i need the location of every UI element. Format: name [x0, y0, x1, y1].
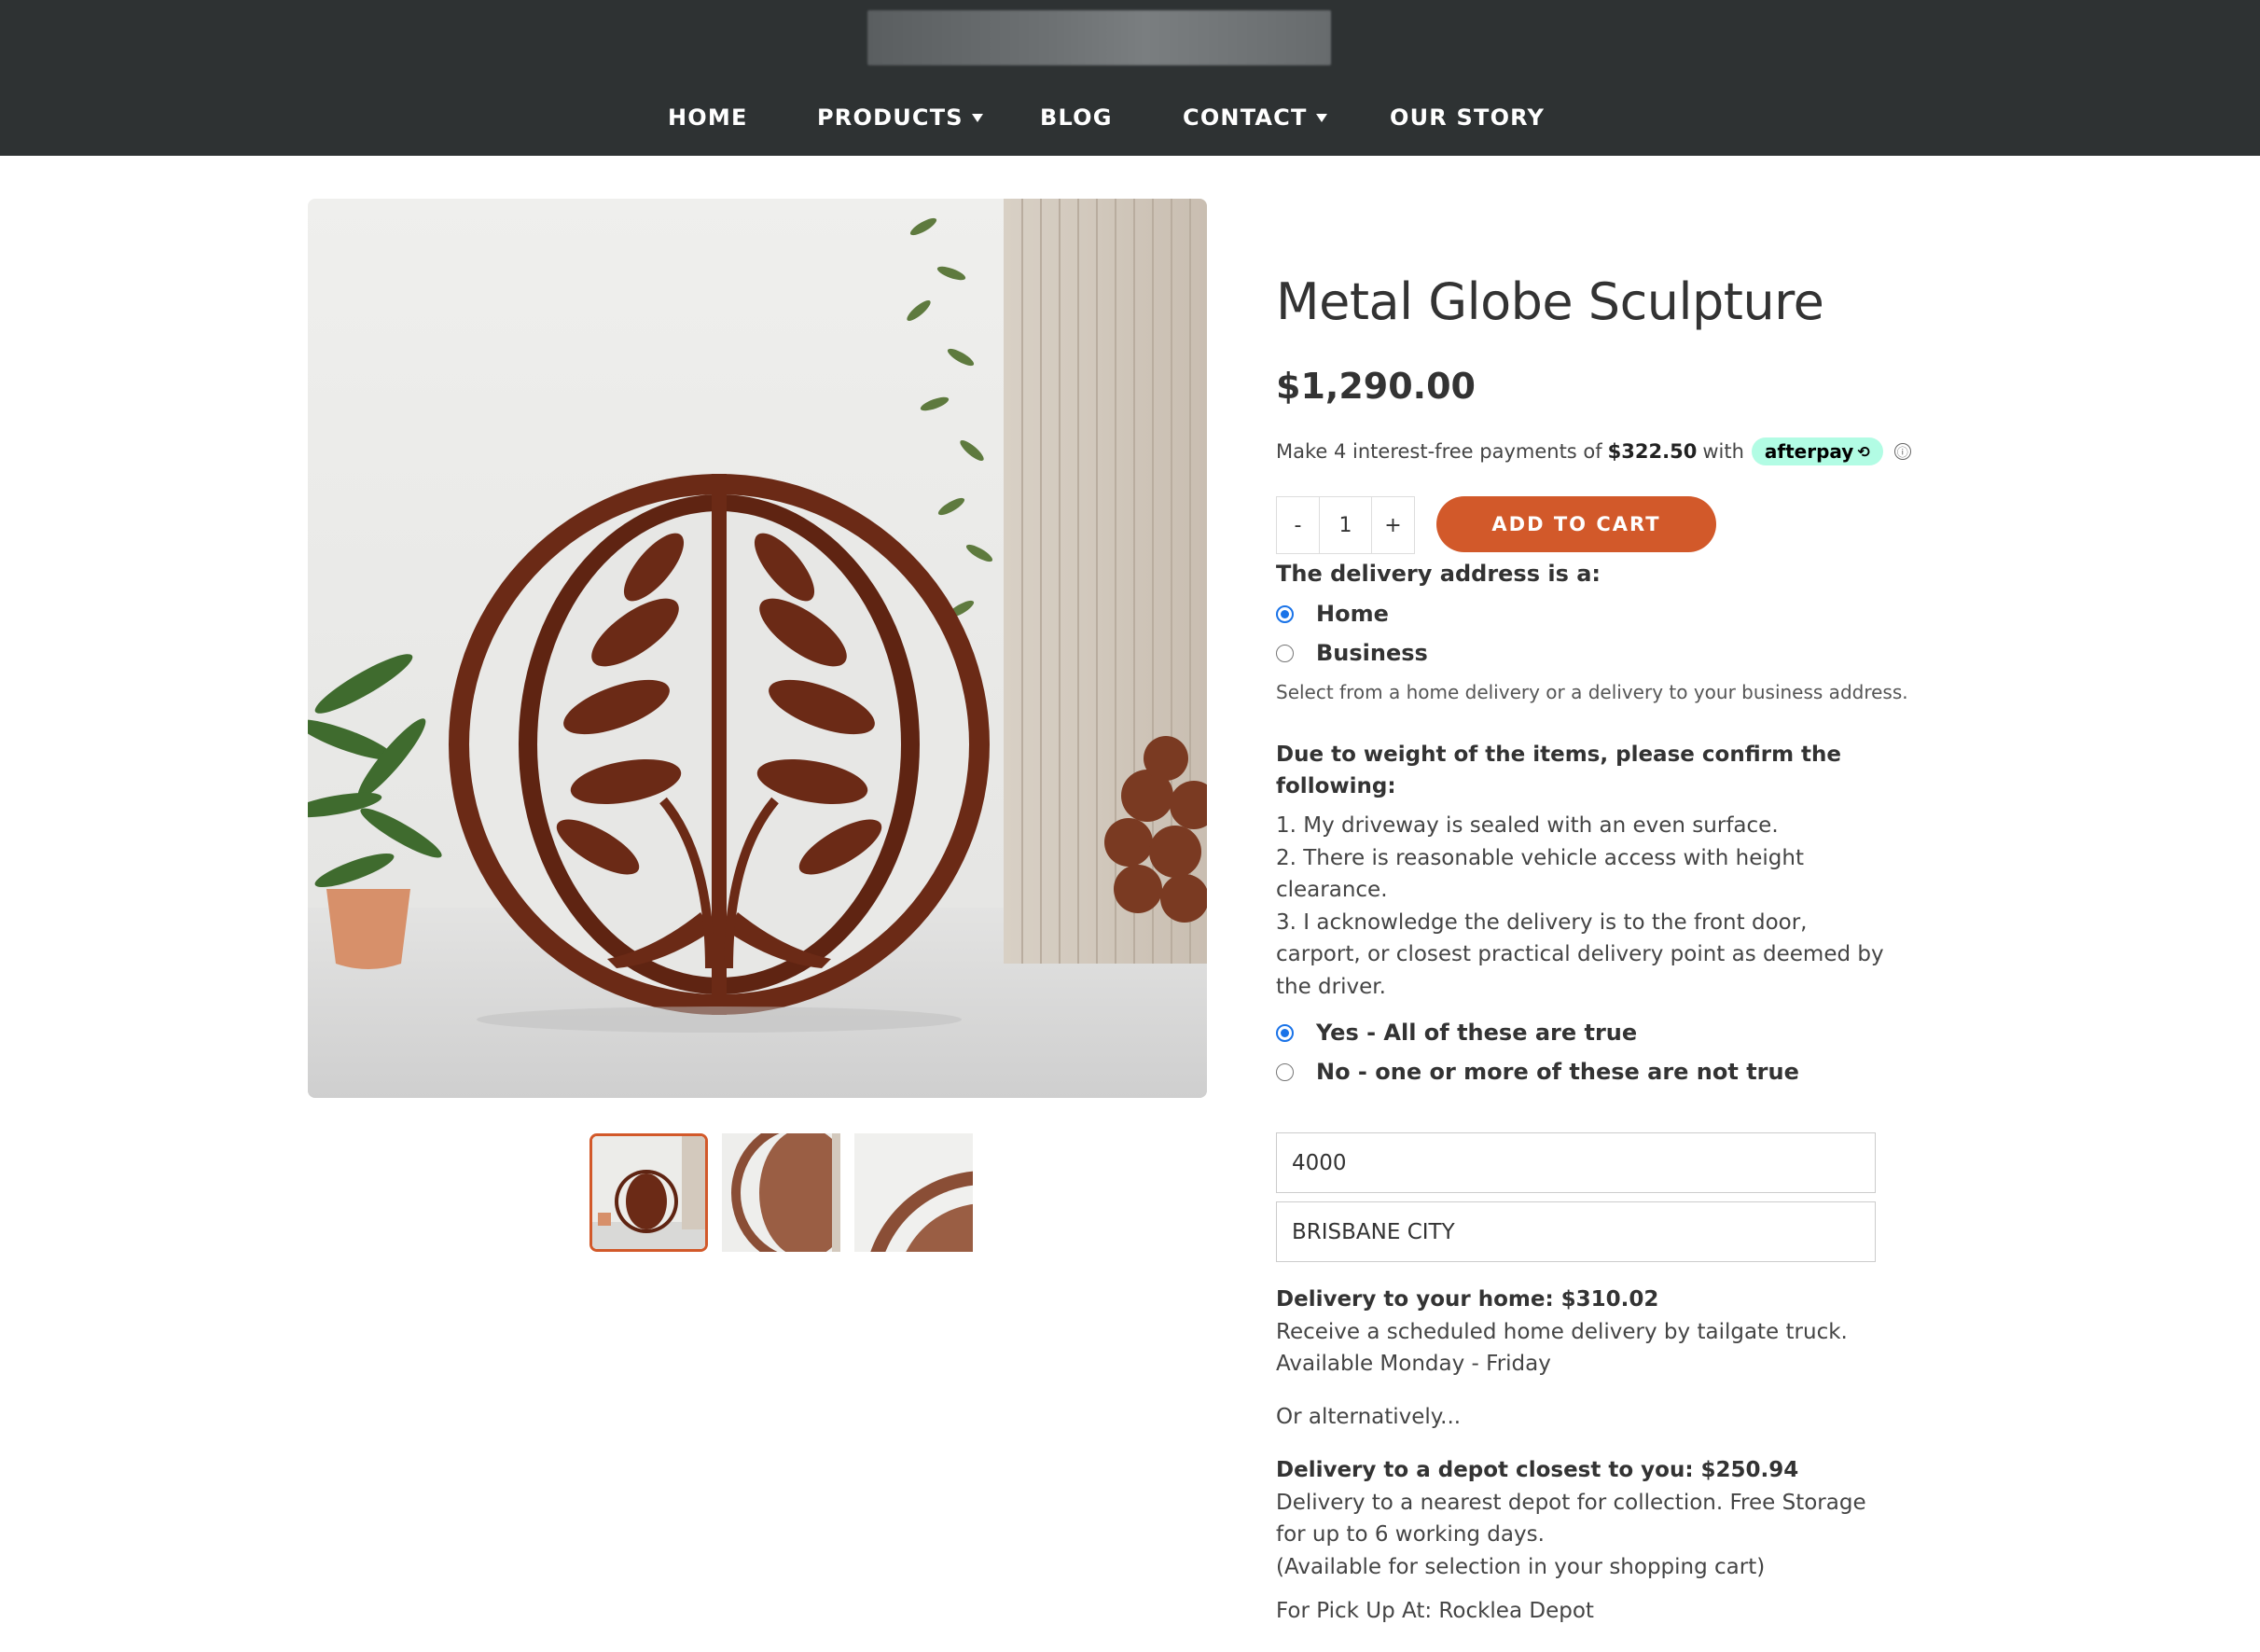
- postcode-field[interactable]: 4000: [1276, 1132, 1876, 1193]
- depot-delivery-line-1: Delivery to a nearest depot for collecti…: [1276, 1490, 1866, 1548]
- confirm-heading: Due to weight of the items, please confi…: [1276, 743, 1842, 798]
- main-nav: HOME PRODUCTS BLOG CONTACT OUR STORY: [0, 104, 2260, 138]
- nav-our-story[interactable]: OUR STORY: [1390, 104, 1545, 131]
- nav-our-story-label: OUR STORY: [1390, 104, 1546, 131]
- delivery-option-business[interactable]: Business: [1276, 640, 1428, 666]
- site-header: HOME PRODUCTS BLOG CONTACT OUR STORY: [0, 0, 2260, 156]
- afterpay-suffix: with: [1702, 440, 1744, 463]
- delivery-option-home-label: Home: [1316, 601, 1389, 627]
- radio-home[interactable]: [1276, 604, 1294, 623]
- nav-blog-label: BLOG: [1040, 104, 1113, 131]
- thumbnail-1[interactable]: [589, 1133, 708, 1252]
- radio-confirm-yes[interactable]: [1276, 1023, 1294, 1042]
- quantity-increase-button[interactable]: +: [1371, 497, 1414, 553]
- quantity-input[interactable]: 1: [1320, 497, 1371, 553]
- pickup-location: For Pick Up At: Rocklea Depot: [1276, 1599, 1594, 1623]
- radio-confirm-no[interactable]: [1276, 1062, 1294, 1081]
- confirm-option-yes[interactable]: Yes - All of these are true: [1276, 1020, 1637, 1046]
- home-delivery-line-2: Available Monday - Friday: [1276, 1352, 1551, 1376]
- delivery-address-question: The delivery address is a:: [1276, 561, 1601, 587]
- product-price: $1,290.00: [1276, 366, 1476, 407]
- nav-products-label: PRODUCTS: [817, 104, 964, 131]
- product-main-image[interactable]: [308, 199, 1207, 1098]
- afterpay-brand-text: afterpay: [1764, 440, 1854, 463]
- delivery-option-business-label: Business: [1316, 640, 1428, 666]
- confirm-option-no-label: No - one or more of these are not true: [1316, 1059, 1799, 1085]
- suburb-field[interactable]: BRISBANE CITY: [1276, 1201, 1876, 1262]
- delivery-option-home[interactable]: Home: [1276, 601, 1389, 627]
- afterpay-amount: $322.50: [1607, 440, 1698, 463]
- nav-products[interactable]: PRODUCTS: [817, 104, 983, 131]
- thumbnail-2[interactable]: [722, 1133, 840, 1252]
- nav-contact[interactable]: CONTACT: [1183, 104, 1327, 131]
- afterpay-loop-icon: ⟲: [1857, 442, 1870, 461]
- radio-business[interactable]: [1276, 644, 1294, 662]
- depot-delivery-title: Delivery to a depot closest to you: $250…: [1276, 1458, 1799, 1482]
- caret-down-icon: [971, 113, 983, 122]
- afterpay-prefix: Make 4 interest-free payments of: [1276, 440, 1602, 463]
- confirm-item-3: 3. I acknowledge the delivery is to the …: [1276, 909, 1884, 999]
- confirm-item-1: 1. My driveway is sealed with an even su…: [1276, 813, 1779, 838]
- quantity-decrease-button[interactable]: -: [1277, 497, 1320, 553]
- home-delivery-info: Delivery to your home: $310.02 Receive a…: [1276, 1284, 1892, 1381]
- confirm-option-no[interactable]: No - one or more of these are not true: [1276, 1059, 1799, 1085]
- site-logo[interactable]: [867, 10, 1331, 65]
- product-title: Metal Globe Sculpture: [1276, 272, 1824, 331]
- thumbnail-3[interactable]: [854, 1133, 973, 1252]
- afterpay-message: Make 4 interest-free payments of $322.50…: [1276, 437, 1911, 465]
- nav-home-label: HOME: [668, 104, 748, 131]
- caret-down-icon: [1315, 113, 1327, 122]
- thumbnail-3-image: [854, 1133, 973, 1252]
- depot-delivery-line-2: (Available for selection in your shoppin…: [1276, 1554, 1766, 1579]
- alternative-text: Or alternatively...: [1276, 1405, 1462, 1429]
- quantity-stepper: - 1 +: [1276, 496, 1415, 554]
- nav-contact-label: CONTACT: [1183, 104, 1308, 131]
- globe-sculpture-image: [308, 199, 1207, 1098]
- depot-delivery-info: Delivery to a depot closest to you: $250…: [1276, 1454, 1892, 1583]
- add-to-cart-button[interactable]: ADD TO CART: [1436, 496, 1716, 552]
- thumbnail-2-image: [722, 1133, 840, 1252]
- afterpay-logo: afterpay ⟲: [1751, 437, 1883, 465]
- confirm-option-yes-label: Yes - All of these are true: [1316, 1020, 1638, 1046]
- info-icon[interactable]: ⓘ: [1893, 443, 1911, 460]
- nav-blog[interactable]: BLOG: [1040, 104, 1113, 131]
- home-delivery-title: Delivery to your home: $310.02: [1276, 1287, 1659, 1312]
- confirm-item-2: 2. There is reasonable vehicle access wi…: [1276, 845, 1804, 903]
- thumbnail-1-image: [592, 1136, 705, 1249]
- home-delivery-line-1: Receive a scheduled home delivery by tai…: [1276, 1319, 1848, 1344]
- delivery-note: Select from a home delivery or a deliver…: [1276, 681, 1908, 703]
- confirm-list: 1. My driveway is sealed with an even su…: [1276, 810, 1892, 1003]
- nav-home[interactable]: HOME: [668, 104, 748, 131]
